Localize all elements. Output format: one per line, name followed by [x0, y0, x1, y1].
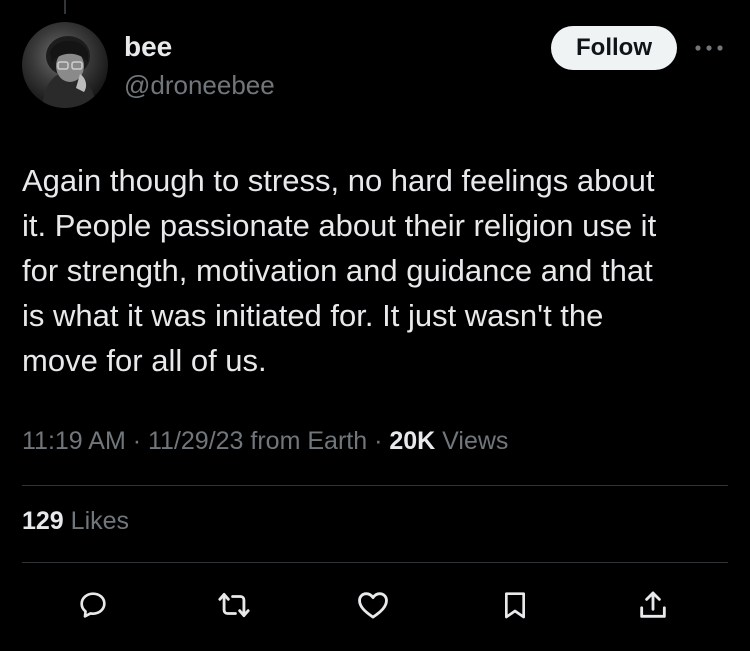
likes-count[interactable]: 129 — [22, 507, 64, 535]
tweet-time[interactable]: 11:19 AM — [22, 427, 126, 455]
tweet-meta: 11:19 AM · 11/29/23 from Earth · 20K Vie… — [22, 427, 508, 456]
follow-button[interactable]: Follow — [551, 26, 677, 70]
tweet-text-line: is what it was initiated for. It just wa… — [22, 298, 604, 333]
retweet-button[interactable] — [214, 585, 254, 625]
bookmark-button[interactable] — [495, 585, 535, 625]
reply-icon — [80, 592, 106, 618]
avatar[interactable] — [22, 22, 108, 108]
divider — [22, 485, 728, 486]
author-handle[interactable]: @droneebee — [124, 70, 275, 101]
meta-separator: · — [367, 427, 390, 455]
likes-label[interactable]: Likes — [64, 507, 129, 535]
likes-stat[interactable]: 129 Likes — [22, 507, 129, 536]
author-display-name[interactable]: bee — [124, 31, 172, 63]
meta-separator: · — [125, 427, 148, 455]
like-icon — [358, 592, 388, 619]
tweet-text-line: Again though to stress, no hard feelings… — [22, 163, 655, 198]
like-button[interactable] — [353, 585, 393, 625]
tweet-source: from Earth — [243, 427, 368, 455]
more-horizontal-icon — [695, 45, 723, 51]
divider — [22, 562, 728, 563]
views-count[interactable]: 20K — [389, 427, 435, 455]
views-label[interactable]: Views — [435, 427, 508, 455]
avatar-image — [42, 36, 96, 108]
thread-connector-line — [64, 0, 66, 14]
retweet-icon — [218, 592, 250, 618]
tweet-text-line: move for all of us. — [22, 343, 267, 378]
tweet-text-line: for strength, motivation and guidance an… — [22, 253, 653, 288]
bookmark-icon — [505, 592, 525, 619]
tweet-date[interactable]: 11/29/23 — [148, 427, 243, 455]
reply-button[interactable] — [73, 585, 113, 625]
tweet-text-line: it. People passionate about their religi… — [22, 208, 657, 243]
tweet-text: Again though to stress, no hard feelings… — [22, 158, 722, 383]
share-button[interactable] — [633, 585, 673, 625]
more-options-button[interactable] — [694, 30, 724, 66]
share-icon — [640, 591, 666, 618]
